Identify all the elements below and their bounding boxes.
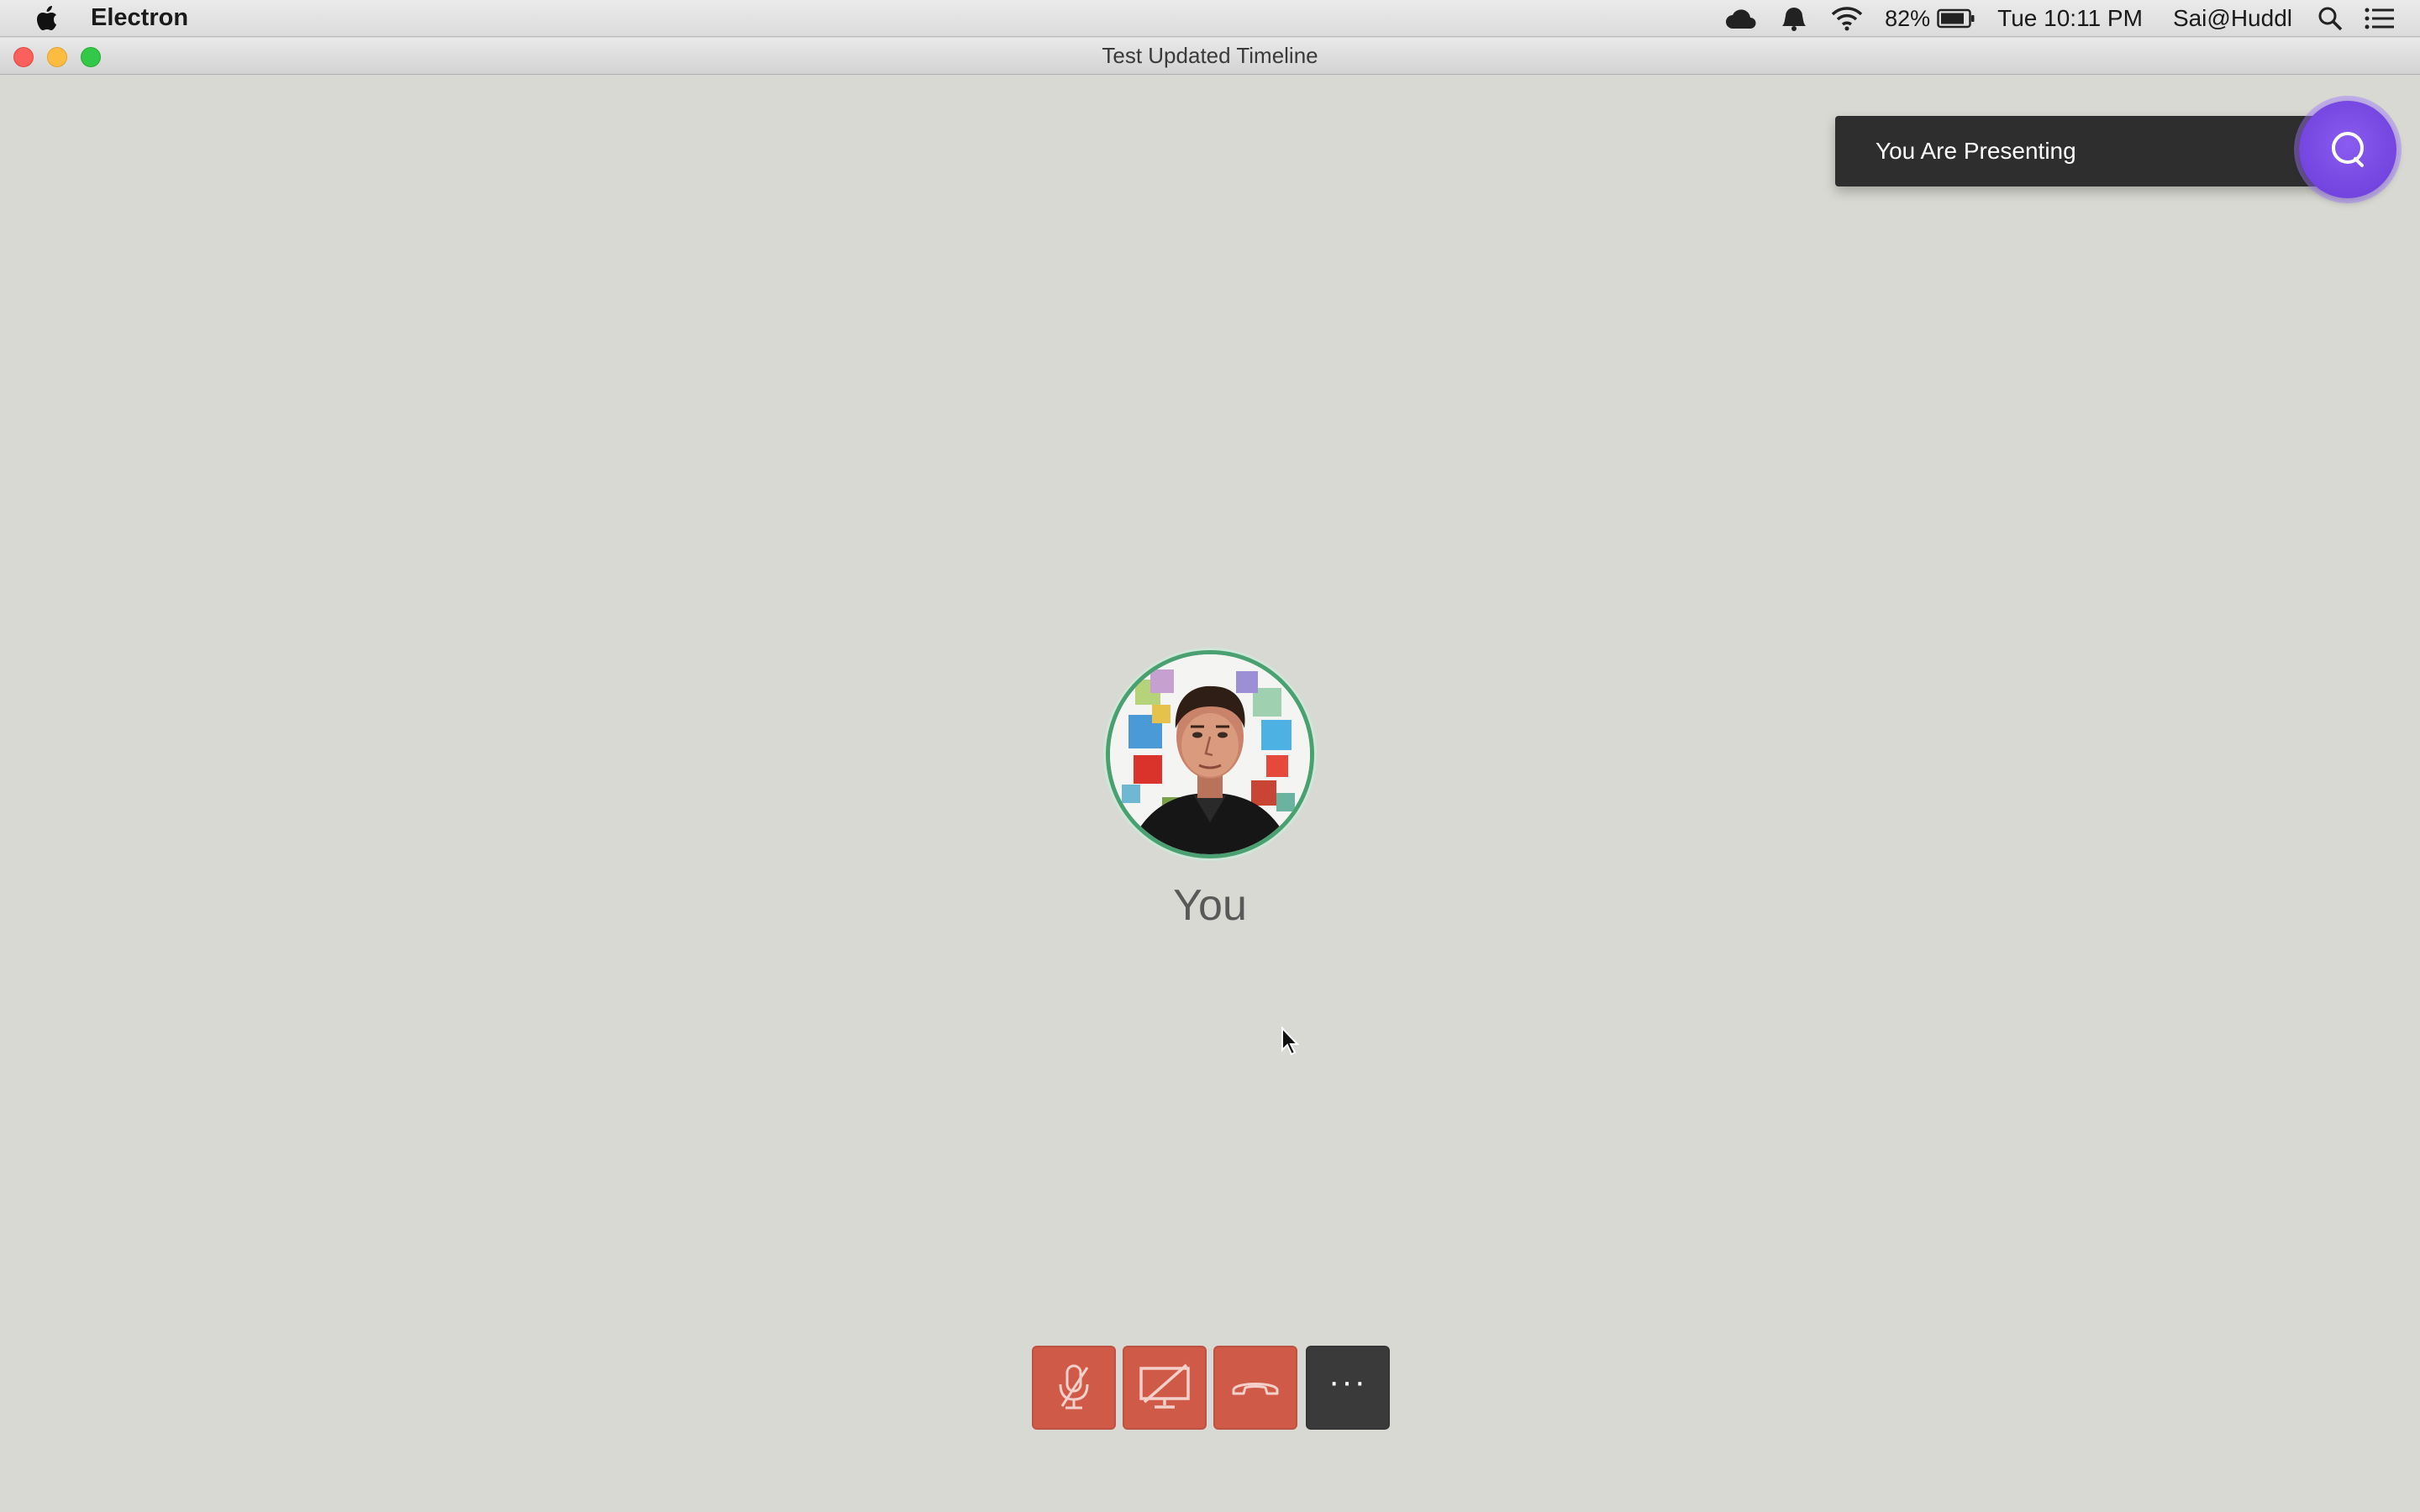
- avatar: [1106, 650, 1314, 858]
- screen-share-off-icon: [1139, 1363, 1190, 1409]
- user-name[interactable]: Sai@Huddl: [2173, 5, 2292, 32]
- notification-center-icon[interactable]: [2365, 0, 2395, 37]
- toast-message: You Are Presenting: [1876, 138, 2076, 164]
- bell-icon[interactable]: [1779, 0, 1809, 37]
- stop-screen-share-button[interactable]: [1123, 1346, 1207, 1430]
- app-name[interactable]: Electron: [91, 4, 188, 32]
- wifi-icon[interactable]: [1831, 0, 1863, 37]
- window-title-bar[interactable]: Test Updated Timeline: [0, 38, 2420, 75]
- end-call-button[interactable]: [1213, 1346, 1297, 1430]
- battery-percent: 82%: [1885, 5, 1931, 31]
- avatar-portrait-image: [1110, 654, 1310, 854]
- presenting-icon[interactable]: [2299, 101, 2396, 198]
- participant-name: You: [1173, 881, 1247, 930]
- mouse-cursor-icon: [1281, 1026, 1301, 1061]
- window-title: Test Updated Timeline: [1102, 43, 1318, 68]
- window-close-button[interactable]: [13, 47, 34, 67]
- battery-icon[interactable]: [1937, 0, 1975, 37]
- mic-off-icon: [1059, 1364, 1089, 1410]
- window-maximize-button[interactable]: [81, 47, 101, 67]
- menu-bar: Electron 82% Tue 10:11 PM Sai@Huddl: [0, 0, 2420, 37]
- call-controls: ···: [1032, 1346, 1390, 1430]
- apple-icon[interactable]: [30, 0, 64, 37]
- presenting-toast: You Are Presenting: [1835, 116, 2356, 186]
- mute-mic-button[interactable]: [1032, 1346, 1116, 1430]
- spotlight-search-icon[interactable]: [2317, 0, 2343, 37]
- clock[interactable]: Tue 10:11 PM: [1997, 5, 2143, 32]
- window-minimize-button[interactable]: [47, 47, 67, 67]
- cloud-icon[interactable]: [1725, 0, 1757, 37]
- more-icon: ···: [1328, 1363, 1367, 1400]
- hang-up-icon: [1232, 1383, 1279, 1395]
- more-options-button[interactable]: ···: [1306, 1346, 1390, 1430]
